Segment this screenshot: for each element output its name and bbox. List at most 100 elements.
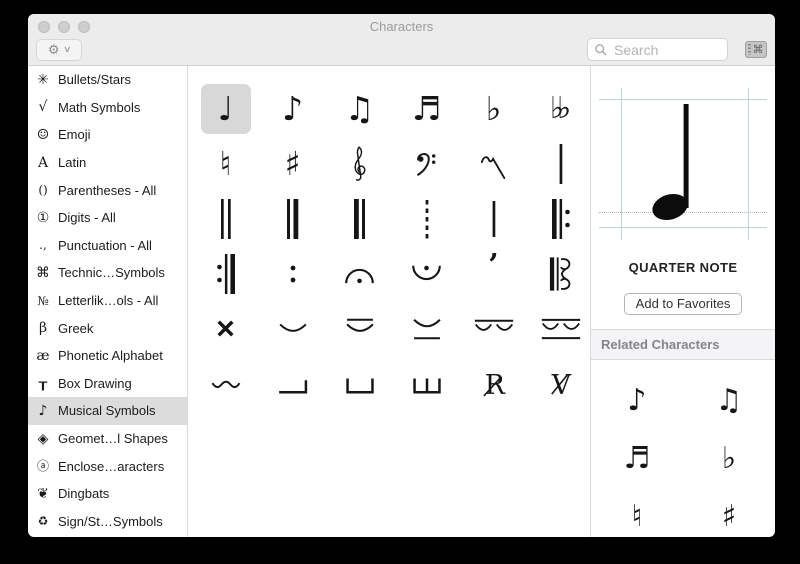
- sidebar-item-greek[interactable]: β Greek: [28, 314, 187, 342]
- fermata-below-glyph: [412, 265, 441, 280]
- grid-cell-music-natural-sign[interactable]: ♮: [192, 136, 259, 191]
- sidebar-item-label: Dingbats: [58, 486, 110, 502]
- sidebar-item-label: Punctuation - All: [58, 237, 152, 253]
- grid-cell-eighth-note[interactable]: ♪: [259, 81, 326, 136]
- sidebar-item-punctuation-all[interactable]: ., Punctuation - All: [28, 232, 187, 260]
- breath-mark-glyph: ’: [488, 247, 499, 283]
- grid-cell-metrical-hexaseme[interactable]: [393, 356, 460, 411]
- grid-cell-metrical-long-over-short[interactable]: [326, 301, 393, 356]
- grid-cell-metrical-two-shorts-over-long[interactable]: [460, 301, 527, 356]
- grid-cell-single-barline[interactable]: [527, 136, 594, 191]
- grid-cell-reverse-final-barline[interactable]: [326, 191, 393, 246]
- grid-cell-metrical-tetraseme[interactable]: [259, 356, 326, 411]
- grid-cell-music-flat-sign[interactable]: ♭: [460, 81, 527, 136]
- grid-cell-music-sharp-sign[interactable]: ♯: [259, 136, 326, 191]
- svg-text:R: R: [484, 370, 505, 399]
- sidebar-item-digits-all[interactable]: ① Digits - All: [28, 204, 187, 232]
- add-to-favorites-button[interactable]: Add to Favorites: [623, 293, 743, 315]
- related-cell-music-sharp-sign[interactable]: ♯: [683, 488, 775, 537]
- grid-cell-ornament-stroke[interactable]: [460, 136, 527, 191]
- letter-a-icon: A: [37, 154, 49, 171]
- grid-cell-response-symbol[interactable]: R: [460, 356, 527, 411]
- double-sharp-sign-glyph: [217, 320, 234, 337]
- sidebar-item-geomet-l-shapes[interactable]: ◈ Geomet…l Shapes: [28, 425, 187, 453]
- sidebar-item-label: Bullets/Stars: [58, 72, 131, 88]
- grid-cell-double-barline[interactable]: [192, 191, 259, 246]
- sidebar-item-dingbats[interactable]: ❦ Dingbats: [28, 480, 187, 508]
- parentheses-icon: (): [38, 183, 48, 198]
- grid-cell-dashed-barline[interactable]: [393, 191, 460, 246]
- grid-cell-alto-clef[interactable]: [527, 246, 594, 301]
- grid-cell-short-barline[interactable]: [460, 191, 527, 246]
- related-cell-beamed-sixteenth-notes[interactable]: ♬: [591, 430, 683, 488]
- related-cell-music-natural-sign[interactable]: ♮: [591, 488, 683, 537]
- square-root-icon: √: [38, 99, 48, 116]
- guide-line-right: [748, 88, 749, 240]
- quarter-note-glyph: ♩: [217, 89, 234, 128]
- sidebar-item-label: Digits - All: [58, 210, 116, 226]
- alto-clef-glyph: [549, 256, 570, 291]
- titlebar[interactable]: Characters: [28, 14, 775, 38]
- keyboard-viewer-button[interactable]: ⌘: [744, 40, 767, 59]
- grid-cell-metrical-short-over-long[interactable]: [393, 301, 460, 356]
- search-input[interactable]: [612, 40, 721, 59]
- grid-cell-double-sharp-sign[interactable]: [192, 301, 259, 356]
- sidebar-item-label: Math Symbols: [58, 99, 141, 115]
- grid-cell-fermata[interactable]: [326, 246, 393, 301]
- grid-cell-music-double-flat-sign[interactable]: ♭♭: [527, 81, 594, 136]
- box-drawing-icon: ┰: [38, 375, 48, 392]
- sidebar-item-letterlik-ols-all[interactable]: № Letterlik…ols - All: [28, 287, 187, 315]
- sidebar-item-latin[interactable]: A Latin: [28, 149, 187, 177]
- sidebar-item-label: Box Drawing: [58, 375, 132, 391]
- metrical-pentaseme-glyph: [345, 377, 374, 394]
- sidebar-item-box-drawing[interactable]: ┰ Box Drawing: [28, 370, 187, 398]
- related-cell-beamed-eighth-notes[interactable]: ♫: [683, 372, 775, 430]
- grid-cell-metrical-pentaseme[interactable]: [326, 356, 393, 411]
- sidebar-item-sign-st-symbols[interactable]: ♻ Sign/St…Symbols: [28, 508, 187, 536]
- sidebar-item-technic-symbols[interactable]: ⌘ Technic…Symbols: [28, 259, 187, 287]
- grid-cell-left-repeat-sign[interactable]: [527, 191, 594, 246]
- category-sidebar: ✳ Bullets/Stars √ Math Symbols ☺ Emoji A Latin (…: [28, 66, 188, 537]
- action-menu-button[interactable]: ⚙ ∨: [36, 39, 82, 61]
- grid-cell-final-barline[interactable]: [259, 191, 326, 246]
- circled-a-icon: ⓐ: [36, 459, 49, 474]
- grid-cell-treble-clef[interactable]: [326, 136, 393, 191]
- sidebar-item-phonetic-alphabet[interactable]: æ Phonetic Alphabet: [28, 342, 187, 370]
- metrical-hexaseme-glyph: [412, 377, 441, 394]
- related-cell-eighth-note[interactable]: ♪: [591, 372, 683, 430]
- versicle-symbol-glyph: V: [550, 370, 571, 399]
- sidebar-item-bullets-stars[interactable]: ✳ Bullets/Stars: [28, 66, 187, 94]
- floral-heart-icon: ❦: [37, 485, 49, 502]
- grid-cell-beamed-eighth-notes[interactable]: ♫: [326, 81, 393, 136]
- grid-cell-versicle-symbol[interactable]: V: [527, 356, 594, 411]
- grid-cell-metrical-two-shorts-joined[interactable]: [527, 301, 594, 356]
- characters-window: Characters ⚙ ∨ ⌘ ✳Bullets/Stars√Math Sy: [28, 14, 775, 537]
- grid-cell-fermata-below[interactable]: [393, 246, 460, 301]
- grid-cell-right-repeat-sign[interactable]: [192, 246, 259, 301]
- related-cell-music-flat-sign[interactable]: ♭: [683, 430, 775, 488]
- response-symbol-glyph: R: [482, 370, 505, 399]
- grid-cell-metrical-breve[interactable]: [259, 301, 326, 356]
- sidebar-item-parentheses-all[interactable]: () Parentheses - All: [28, 176, 187, 204]
- eighth-note-icon: ♪: [38, 402, 48, 419]
- character-grid: ♩♪♫♬♭♭♭♮♯’RV: [188, 66, 590, 537]
- sidebar-item-label: Greek: [58, 320, 94, 336]
- grid-cell-bass-clef[interactable]: [393, 136, 460, 191]
- single-barline-glyph: [559, 143, 562, 184]
- grid-cell-metrical-triseme[interactable]: [192, 356, 259, 411]
- sidebar-item-math-symbols[interactable]: √ Math Symbols: [28, 94, 187, 122]
- grid-cell-repeat-dots[interactable]: [259, 246, 326, 301]
- character-name-label: QUARTER NOTE: [628, 260, 738, 275]
- grid-cell-quarter-note[interactable]: ♩: [192, 81, 259, 136]
- sidebar-item-label: Letterlik…ols - All: [58, 293, 159, 309]
- metrical-tetraseme-glyph: [278, 379, 307, 394]
- grid-cell-beamed-sixteenth-notes[interactable]: ♬: [393, 81, 460, 136]
- search-field[interactable]: [587, 38, 728, 61]
- ae-ligature-icon: æ: [36, 347, 50, 364]
- sidebar-item-musical-symbols[interactable]: ♪ Musical Symbols: [28, 397, 187, 425]
- sidebar-item-emoji[interactable]: ☺ Emoji: [28, 121, 187, 149]
- recycling-icon: ♻: [37, 514, 49, 529]
- grid-cell-breath-mark[interactable]: ’: [460, 246, 527, 301]
- sidebar-item-enclose-aracters[interactable]: ⓐ Enclose…aracters: [28, 452, 187, 480]
- metrical-long-over-short-glyph: [345, 318, 374, 332]
